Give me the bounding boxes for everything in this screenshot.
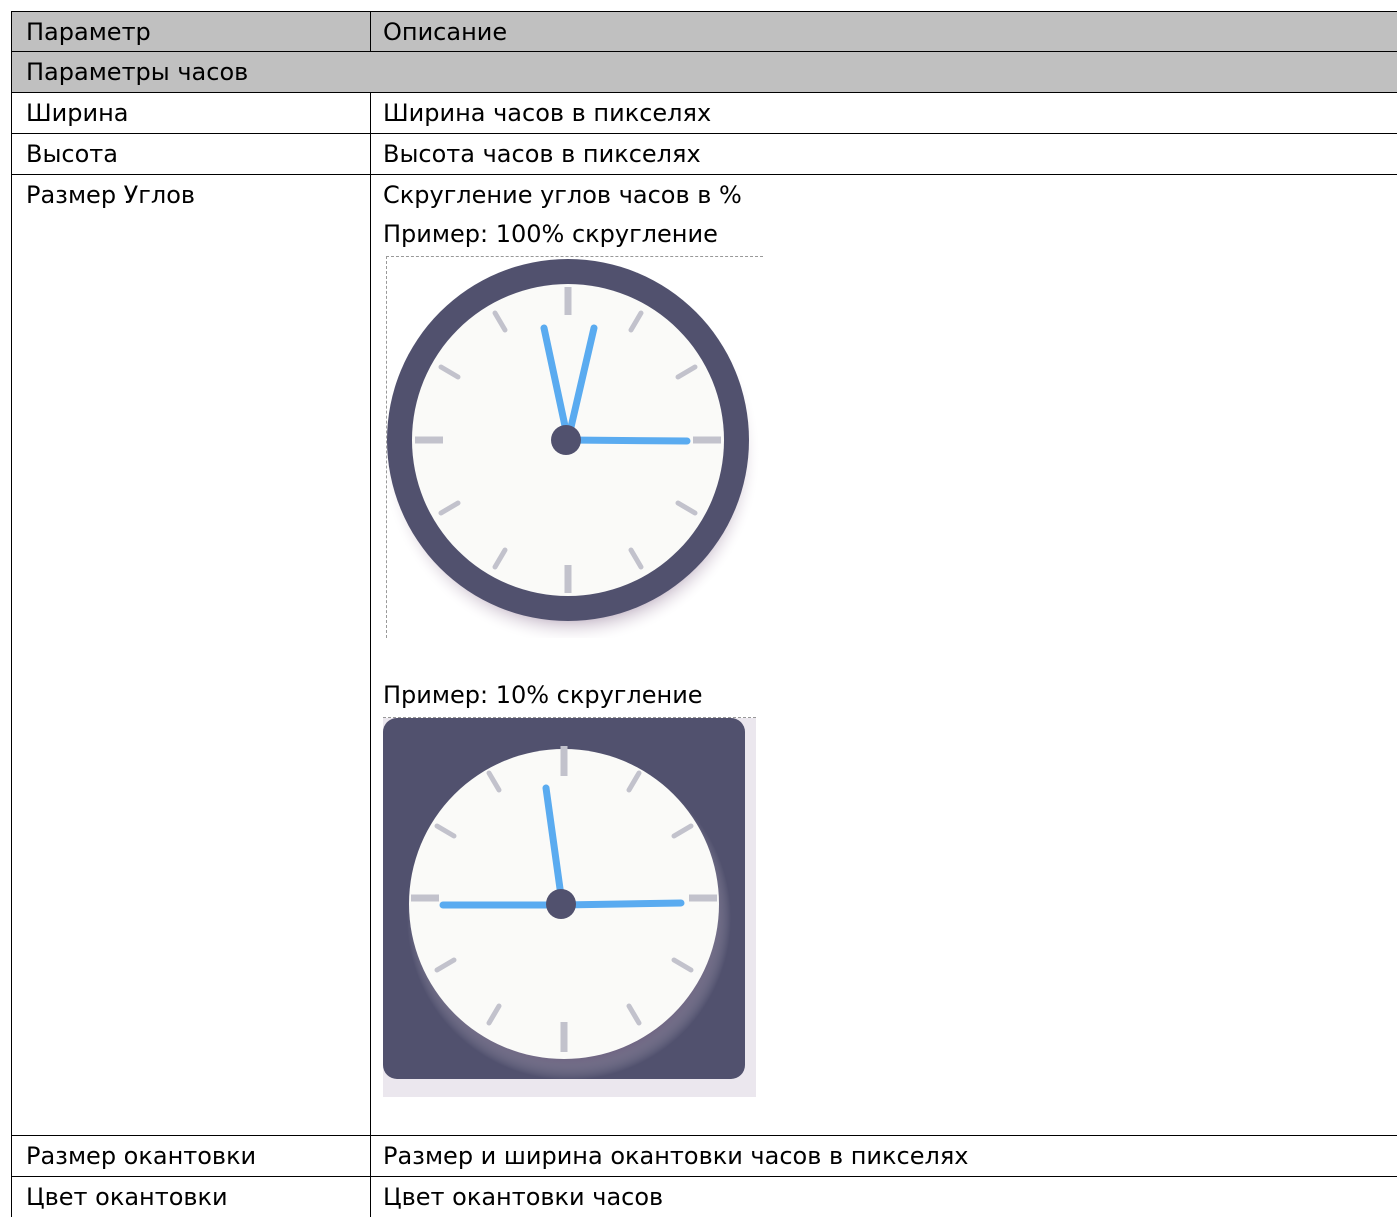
section-title: Параметры часов: [11, 52, 1397, 92]
table-row: Высота Высота часов в пикселях: [11, 133, 1397, 174]
table-header-row: Параметр Описание: [11, 11, 1397, 51]
param-name: Высота: [11, 134, 371, 174]
param-name: Размер Углов: [11, 175, 371, 1135]
param-description: Скругление углов часов в %: [383, 181, 742, 209]
table-row: Размер Углов Скругление углов часов в % …: [11, 174, 1397, 1135]
clock-round-icon: [386, 256, 763, 638]
param-description: Высота часов в пикселях: [383, 140, 701, 168]
example-caption-round: Пример: 100% скругление: [383, 220, 718, 248]
param-description-cell: Скругление углов часов в % Пример: 100% …: [371, 175, 1397, 1135]
param-name: Цвет окантовки: [11, 1177, 371, 1217]
section-row: Параметры часов: [11, 51, 1397, 92]
param-name: Размер окантовки: [11, 1136, 371, 1176]
param-description: Цвет окантовки часов: [383, 1183, 664, 1211]
header-description: Описание: [383, 18, 508, 46]
param-description: Размер и ширина окантовки часов в пиксел…: [383, 1142, 969, 1170]
example-caption-square: Пример: 10% скругление: [383, 681, 703, 709]
table-row: Размер окантовки Размер и ширина окантов…: [11, 1135, 1397, 1176]
header-param: Параметр: [11, 12, 371, 51]
param-description: Ширина часов в пикселях: [383, 99, 712, 127]
clock-square-icon: [383, 717, 756, 1097]
table-row: Ширина Ширина часов в пикселях: [11, 92, 1397, 133]
param-name: Ширина: [11, 93, 371, 133]
